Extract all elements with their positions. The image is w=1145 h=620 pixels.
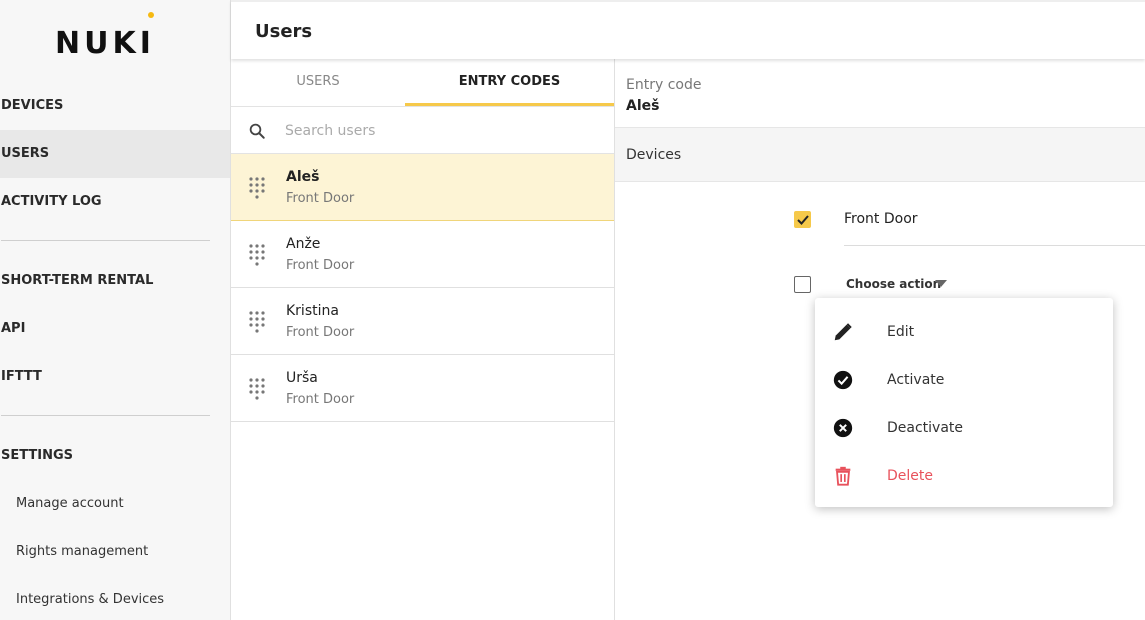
entry-code-value: Aleš <box>626 98 660 114</box>
sidebar-item-devices[interactable]: DEVICES <box>0 82 230 130</box>
logo-dot <box>148 12 154 18</box>
keypad-icon <box>249 177 265 199</box>
sidebar-item-settings[interactable]: SETTINGS <box>0 432 230 480</box>
select-all-checkbox[interactable] <box>794 276 811 293</box>
list-item-device: Front Door <box>286 191 355 206</box>
list-item-name: Aleš <box>286 169 320 185</box>
page-header: Users <box>231 0 1145 59</box>
tab-users[interactable]: USERS <box>231 59 405 106</box>
search-input[interactable] <box>285 119 585 143</box>
menu-item-label: Delete <box>887 468 933 484</box>
devices-label: Devices <box>626 147 682 163</box>
sidebar-divider <box>1 240 210 241</box>
list-item-name: Urša <box>286 370 318 386</box>
caret-down-icon[interactable] <box>935 280 947 287</box>
sidebar-item-rights-management[interactable]: Rights management <box>16 544 148 559</box>
page-title: Users <box>255 21 313 42</box>
sidebar: NUKI DEVICES USERS ACTIVITY LOG SHORT-TE… <box>0 0 231 620</box>
list-item[interactable]: Kristina Front Door <box>231 288 614 355</box>
list-item[interactable]: Aleš Front Door <box>231 154 614 221</box>
entry-code-label: Entry code <box>626 77 702 93</box>
list-item-device: Front Door <box>286 392 355 407</box>
menu-item-label: Deactivate <box>887 420 964 436</box>
sidebar-item-users[interactable]: USERS <box>0 130 230 178</box>
checkmark-icon <box>797 215 809 225</box>
menu-item-label: Activate <box>887 372 945 388</box>
sidebar-item-activity-log[interactable]: ACTIVITY LOG <box>0 178 230 226</box>
device-name: Front Door <box>844 211 918 227</box>
list-item[interactable]: Urša Front Door <box>231 355 614 422</box>
list-item-device: Front Door <box>286 325 355 340</box>
sidebar-item-manage-account[interactable]: Manage account <box>16 496 124 511</box>
entry-code-list-panel: USERS ENTRY CODES Aleš Front Door Anže F… <box>231 59 615 620</box>
keypad-icon <box>249 244 265 266</box>
x-circle-icon <box>833 418 853 438</box>
sidebar-item-api[interactable]: API <box>0 305 230 353</box>
search-bar <box>231 106 614 154</box>
trash-icon <box>835 466 851 486</box>
device-checkbox[interactable] <box>794 211 811 228</box>
divider <box>844 245 1145 246</box>
keypad-icon <box>249 378 265 400</box>
action-menu: Edit Activate Deactivate Delete <box>815 298 1113 507</box>
menu-item-edit[interactable]: Edit <box>815 309 1113 357</box>
check-circle-icon <box>833 370 853 390</box>
list-item[interactable]: Anže Front Door <box>231 221 614 288</box>
sidebar-divider <box>1 415 210 416</box>
pencil-icon <box>834 323 852 341</box>
devices-section-header: Devices <box>615 127 1145 182</box>
menu-item-label: Edit <box>887 324 915 340</box>
search-icon[interactable] <box>248 122 266 140</box>
list-item-name: Kristina <box>286 303 339 319</box>
menu-item-deactivate[interactable]: Deactivate <box>815 405 1113 453</box>
sidebar-item-ifttt[interactable]: IFTTT <box>0 353 230 401</box>
list-item-name: Anže <box>286 236 321 252</box>
sidebar-item-short-term-rental[interactable]: SHORT-TERM RENTAL <box>0 257 230 305</box>
list-item-device: Front Door <box>286 258 355 273</box>
menu-item-activate[interactable]: Activate <box>815 357 1113 405</box>
nuki-logo[interactable]: NUKI <box>55 26 155 61</box>
sidebar-item-integrations-devices[interactable]: Integrations & Devices <box>16 592 164 607</box>
keypad-icon <box>249 311 265 333</box>
menu-item-delete[interactable]: Delete <box>815 453 1113 501</box>
tab-entry-codes[interactable]: ENTRY CODES <box>405 59 614 106</box>
choose-action-dropdown[interactable]: Choose action <box>846 277 941 291</box>
